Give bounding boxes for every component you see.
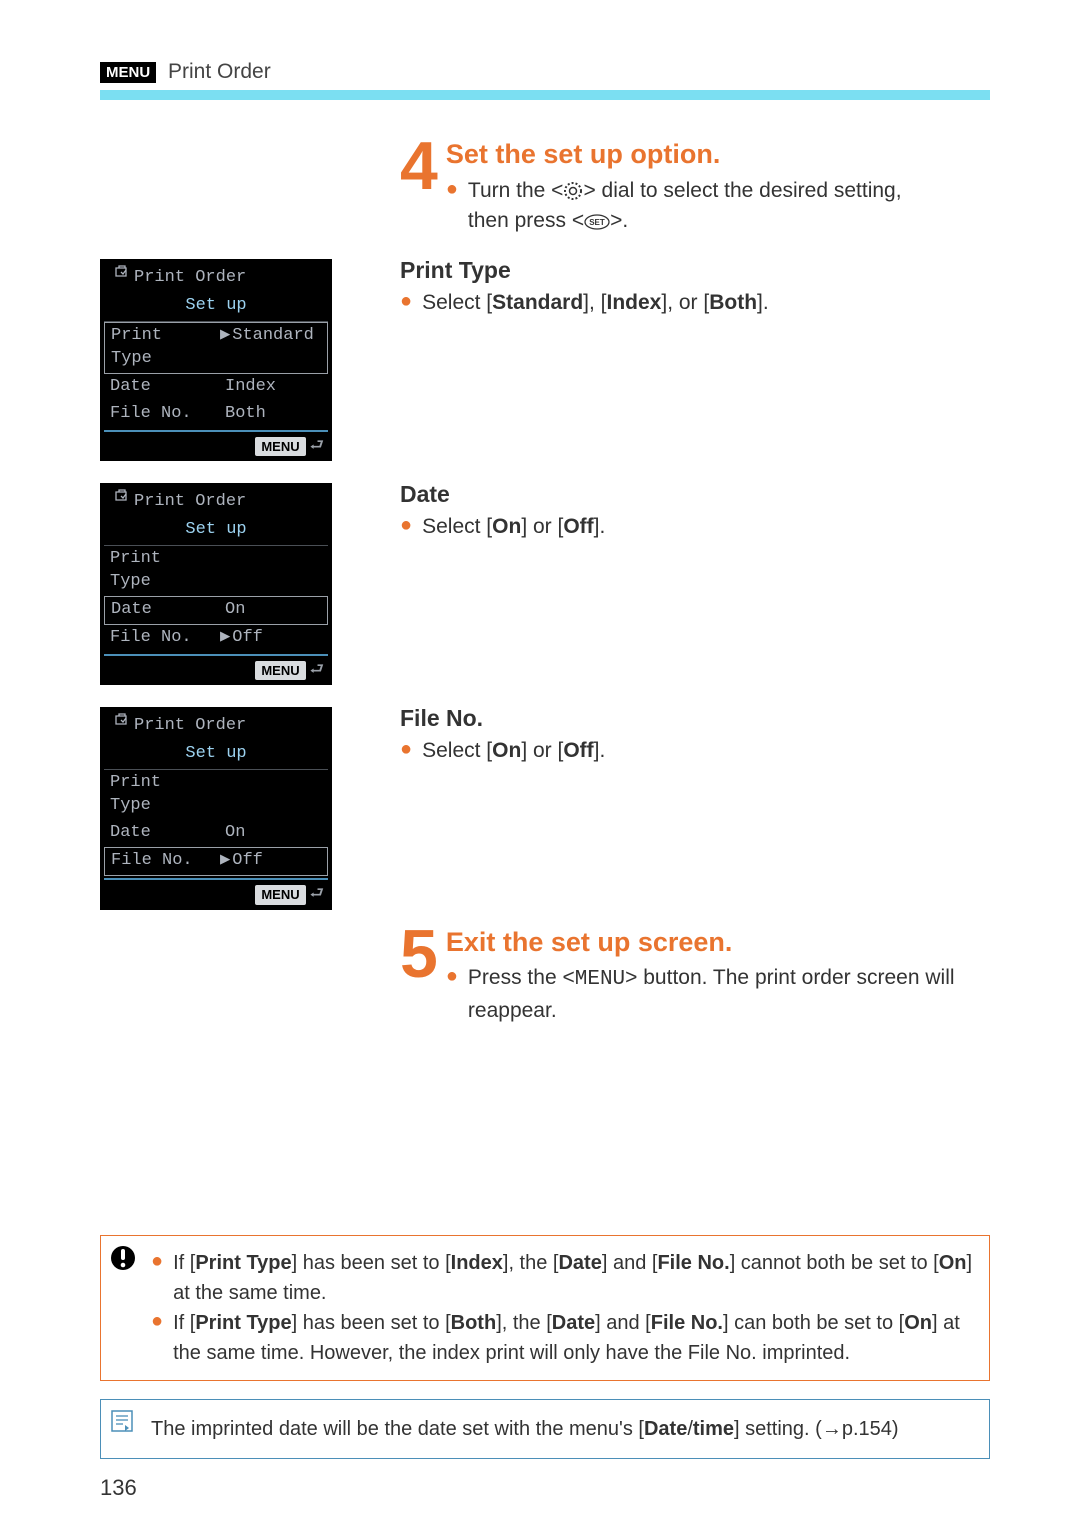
step-4-title: Set the set up option. xyxy=(400,140,990,170)
print-type-heading: Print Type xyxy=(400,257,990,284)
info-text: The imprinted date will be the date set … xyxy=(151,1414,973,1444)
bullet-dot-icon: ● xyxy=(151,1248,163,1274)
lcd-row-date: DateOn xyxy=(104,820,328,847)
page-header: MENU Print Order xyxy=(100,60,990,84)
caution-item-1: ● If [Print Type] has been set to [Index… xyxy=(151,1248,973,1308)
header-rule xyxy=(100,90,990,100)
dial-icon xyxy=(563,176,583,206)
bullet-dot-icon: ● xyxy=(400,288,412,314)
lcd-print-type: Print Order Set up Print Type▶Standard D… xyxy=(100,259,332,461)
menu-tag: MENU xyxy=(100,62,156,83)
note-icon xyxy=(109,1408,135,1439)
header-title: Print Order xyxy=(168,60,271,83)
page-number: 136 xyxy=(100,1475,137,1501)
caution-box: ● If [Print Type] has been set to [Index… xyxy=(100,1235,990,1381)
step-5-title: Exit the set up screen. xyxy=(400,928,990,958)
step-5: 5 Exit the set up screen. ● Press the <M… xyxy=(400,928,990,1027)
step-4-text: ● Turn the <> dial to select the desired… xyxy=(446,176,990,237)
date-heading: Date xyxy=(400,481,990,508)
manual-page: MENU Print Order 4 Set the set up option… xyxy=(0,0,1080,1529)
step-number-5: 5 xyxy=(400,928,438,980)
lcd-row-print-type[interactable]: Print Type▶Standard xyxy=(104,322,328,374)
set-icon: SET xyxy=(584,207,610,237)
step-5-text: ● Press the <MENU> button. The print ord… xyxy=(446,963,990,1026)
print-type-text: ● Select [Standard], [Index], or [Both]. xyxy=(400,288,990,318)
lcd-row-print-type: Print Type xyxy=(104,546,328,596)
lcd-row-fileno: File No.Both xyxy=(104,401,328,428)
bullet-dot-icon: ● xyxy=(400,736,412,762)
lcd-row-fileno: File No.▶Off xyxy=(104,625,328,652)
lcd-row-fileno[interactable]: File No.▶Off xyxy=(104,847,328,876)
return-icon: ⮐ xyxy=(310,436,324,458)
bullet-dot-icon: ● xyxy=(446,963,458,989)
caution-item-2: ● If [Print Type] has been set to [Both]… xyxy=(151,1308,973,1368)
print-order-icon xyxy=(114,265,130,288)
lcd-row-date[interactable]: DateOn xyxy=(104,596,328,625)
bullet-dot-icon: ● xyxy=(400,512,412,538)
lcd-tab: Set up xyxy=(104,740,328,770)
file-no-heading: File No. xyxy=(400,705,990,732)
lcd-row-print-type: Print Type xyxy=(104,770,328,820)
date-text: ● Select [On] or [Off]. xyxy=(400,512,990,542)
return-icon: ⮐ xyxy=(310,884,324,906)
step-number-4: 4 xyxy=(400,140,438,192)
print-order-icon xyxy=(114,713,130,736)
lcd-file-no: Print Order Set up Print Type DateOn Fil… xyxy=(100,707,332,909)
lcd-tab: Set up xyxy=(104,292,328,322)
bullet-dot-icon: ● xyxy=(151,1308,163,1334)
info-box: The imprinted date will be the date set … xyxy=(100,1399,990,1459)
lcd-tab: Set up xyxy=(104,516,328,546)
print-order-icon xyxy=(114,489,130,512)
lcd-row-date: DateIndex xyxy=(104,374,328,401)
lcd-date: Print Order Set up Print Type DateOn Fil… xyxy=(100,483,332,685)
return-icon: ⮐ xyxy=(310,660,324,682)
lcd-menu-button[interactable]: MENU xyxy=(255,437,305,457)
caution-icon xyxy=(109,1244,137,1277)
bullet-dot-icon: ● xyxy=(446,176,458,202)
lcd-menu-button[interactable]: MENU xyxy=(255,661,305,681)
step-4: 4 Set the set up option. ● Turn the <> d… xyxy=(400,140,990,237)
file-no-text: ● Select [On] or [Off]. xyxy=(400,736,990,766)
svg-text:SET: SET xyxy=(589,218,605,227)
lcd-menu-button[interactable]: MENU xyxy=(255,885,305,905)
